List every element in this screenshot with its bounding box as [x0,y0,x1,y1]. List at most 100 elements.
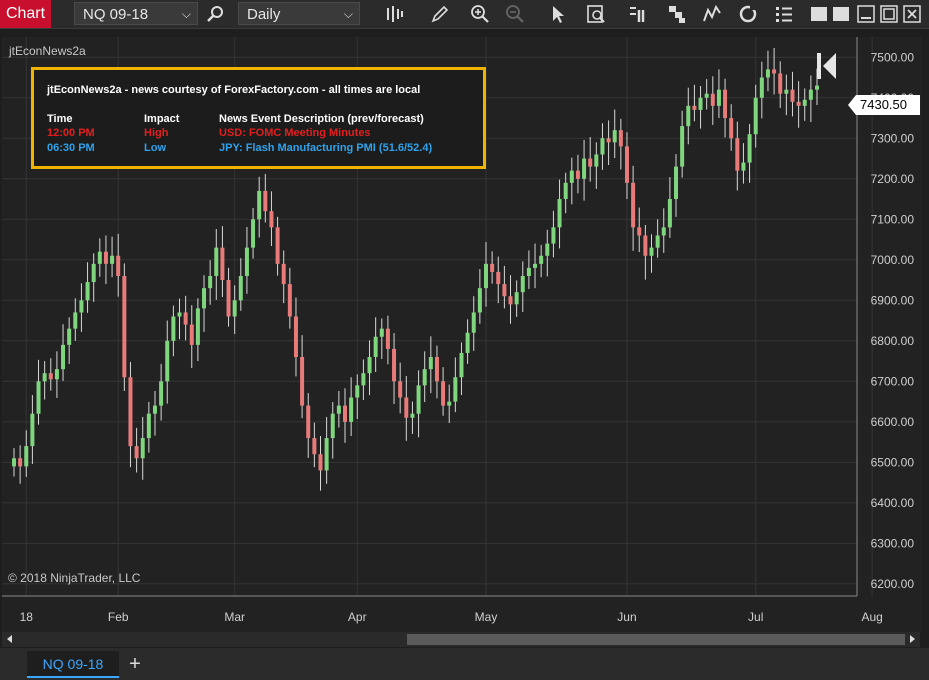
news-row-impact: Low [144,142,166,154]
minimize-icon[interactable] [857,4,875,24]
close-icon[interactable] [903,4,921,24]
candle-body [85,282,90,301]
candle-body [61,344,66,370]
x-tick-label: Feb [108,610,129,624]
tab-nq-09-18[interactable]: NQ 09-18 [27,651,119,678]
scrollbar-thumb[interactable] [407,634,905,645]
candle-body [790,89,795,102]
candle-body [79,300,84,313]
chart-tab-bar: NQ 09-18 + [0,648,929,680]
properties-icon[interactable] [628,4,648,24]
candle-body [379,328,384,337]
candle-body [796,101,801,106]
list-icon[interactable] [774,4,794,24]
candle-body [563,182,568,200]
candle-body [594,154,599,167]
zoom-in-icon[interactable] [470,4,490,24]
candle-body [214,247,219,276]
candle-body [293,316,298,358]
zoom-out-icon[interactable] [505,4,525,24]
candle-body [24,446,29,467]
y-tick-label: 6500.00 [871,455,915,469]
candle-body [569,170,574,183]
pointer-icon[interactable] [548,4,568,24]
candle-body [710,93,715,106]
scroll-left-icon[interactable] [7,635,12,643]
candle-body [349,397,354,422]
maximize-icon[interactable] [880,4,898,24]
candle-body [324,438,329,471]
candle-body [165,340,170,382]
candle-body [520,275,525,293]
scroll-right-icon[interactable] [910,635,915,643]
y-tick-label: 6800.00 [871,334,915,348]
y-axis-ticks: 7500.007400.007300.007200.007100.007000.… [871,50,915,591]
candle-body [545,243,550,256]
candle-body [257,190,262,220]
candle-body [477,288,482,313]
scrollbar-graphics [7,634,915,645]
interval-selector[interactable]: Daily ⌵ [238,2,360,25]
strategies-icon[interactable] [667,4,687,24]
candle-body [91,263,96,283]
candle-body [723,89,728,119]
candle-body [312,438,317,455]
candle-body [631,182,636,228]
candle-body [729,118,734,139]
horizontal-scrollbar[interactable] [2,632,920,647]
interval-value: Daily [247,6,281,23]
indicator-label: jtEconNews2a [9,44,86,58]
candle-body [539,255,544,264]
candle-body [189,324,194,345]
tile-icon[interactable] [810,4,828,24]
y-tick-label: 6600.00 [871,415,915,429]
candle-body [48,373,53,380]
candle-body [392,348,397,382]
candle-body [355,385,360,398]
y-tick-label: 7500.00 [871,50,915,64]
candle-body [398,381,403,398]
candle-body [336,405,341,414]
candle-body [103,251,108,264]
candle-body [330,413,335,439]
y-tick-label: 7200.00 [871,172,915,186]
candle-body [765,69,770,78]
refresh-icon[interactable] [738,4,758,24]
candle-body [159,381,164,406]
search-icon[interactable] [205,4,225,24]
candle-body [232,300,237,317]
candle-body [36,381,41,414]
candle-body [30,413,35,447]
chart-panel[interactable]: 7500.007400.007300.007200.007100.007000.… [2,37,922,632]
candle-body [471,312,476,333]
candle-body [447,401,452,406]
candle-body [244,247,249,276]
news-row-description: JPY: Flash Manufacturing PMI (51.6/52.4) [219,142,433,154]
instrument-selector[interactable]: NQ 09-18 ⌵ [74,2,198,25]
data-box-icon[interactable] [586,4,606,24]
add-tab-icon[interactable]: + [122,651,148,678]
candle-body [612,130,617,143]
y-tick-label: 6900.00 [871,293,915,307]
candle-body [110,255,115,264]
candle-body [183,312,188,325]
pencil-icon[interactable] [430,4,450,24]
candle-body [661,227,666,236]
candle-body [533,263,538,268]
candle-body [146,413,151,439]
indicators-icon[interactable] [702,4,722,24]
candle-body [18,458,23,467]
candle-body [428,357,433,370]
candle-body [643,235,648,256]
candle-body [808,89,813,100]
news-row-time: 06:30 PM [47,142,95,154]
tile-icon[interactable] [832,4,850,24]
candle-body [686,105,691,127]
candle-body [802,99,807,106]
x-axis-ticks: 18 Feb Mar Apr May Jun Jul Aug [20,610,883,624]
news-header-description: News Event Description (prev/forecast) [219,113,424,125]
candle-body [128,377,133,447]
bar-type-icon[interactable] [384,4,404,24]
chevron-down-icon: ⌵ [181,7,191,21]
candle-body [269,211,274,228]
